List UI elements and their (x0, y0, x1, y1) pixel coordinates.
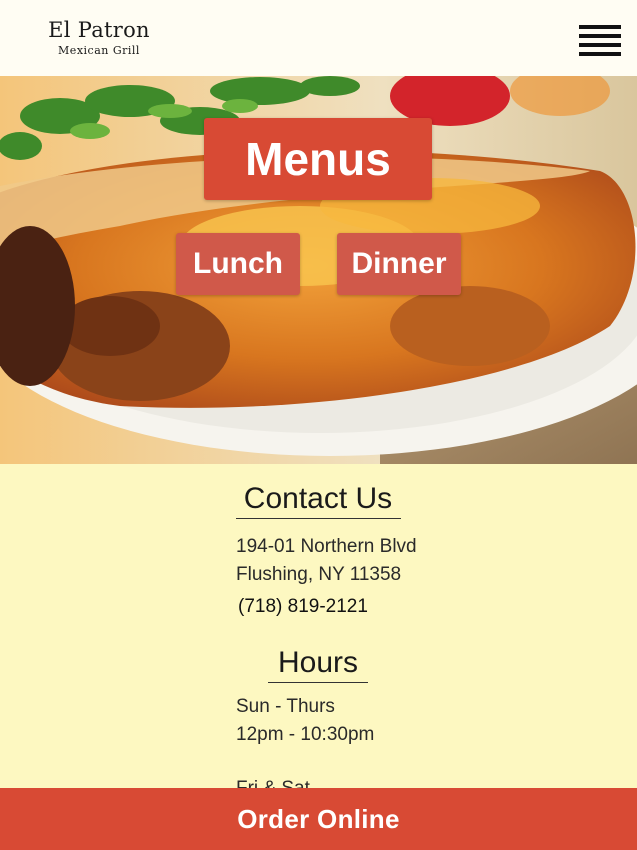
hours-time-1: 12pm - 10:30pm (236, 724, 375, 745)
hours-heading: Hours (277, 646, 359, 679)
hours-days-1: Sun - Thurs (236, 696, 335, 717)
hamburger-menu-icon[interactable] (579, 25, 621, 57)
logo[interactable]: El Patron Mexican Grill (44, 18, 154, 58)
logo-subtitle: Mexican Grill (58, 44, 140, 57)
lunch-menu-button[interactable]: Lunch (176, 233, 300, 295)
contact-divider (236, 518, 401, 519)
order-online-button[interactable]: Order Online (0, 788, 637, 850)
contact-heading: Contact Us (243, 482, 393, 515)
hours-divider (268, 682, 368, 683)
hero-image: Menus Lunch Dinner (0, 76, 637, 464)
menus-title: Menus (204, 118, 432, 200)
address-line-1: 194-01 Northern Blvd (236, 536, 417, 557)
address-line-2: Flushing, NY 11358 (236, 564, 402, 585)
dinner-menu-button[interactable]: Dinner (337, 233, 461, 295)
phone-link[interactable]: (718) 819-2121 (238, 595, 368, 619)
logo-title: El Patron (48, 18, 150, 42)
site-header: El Patron Mexican Grill (0, 0, 637, 76)
